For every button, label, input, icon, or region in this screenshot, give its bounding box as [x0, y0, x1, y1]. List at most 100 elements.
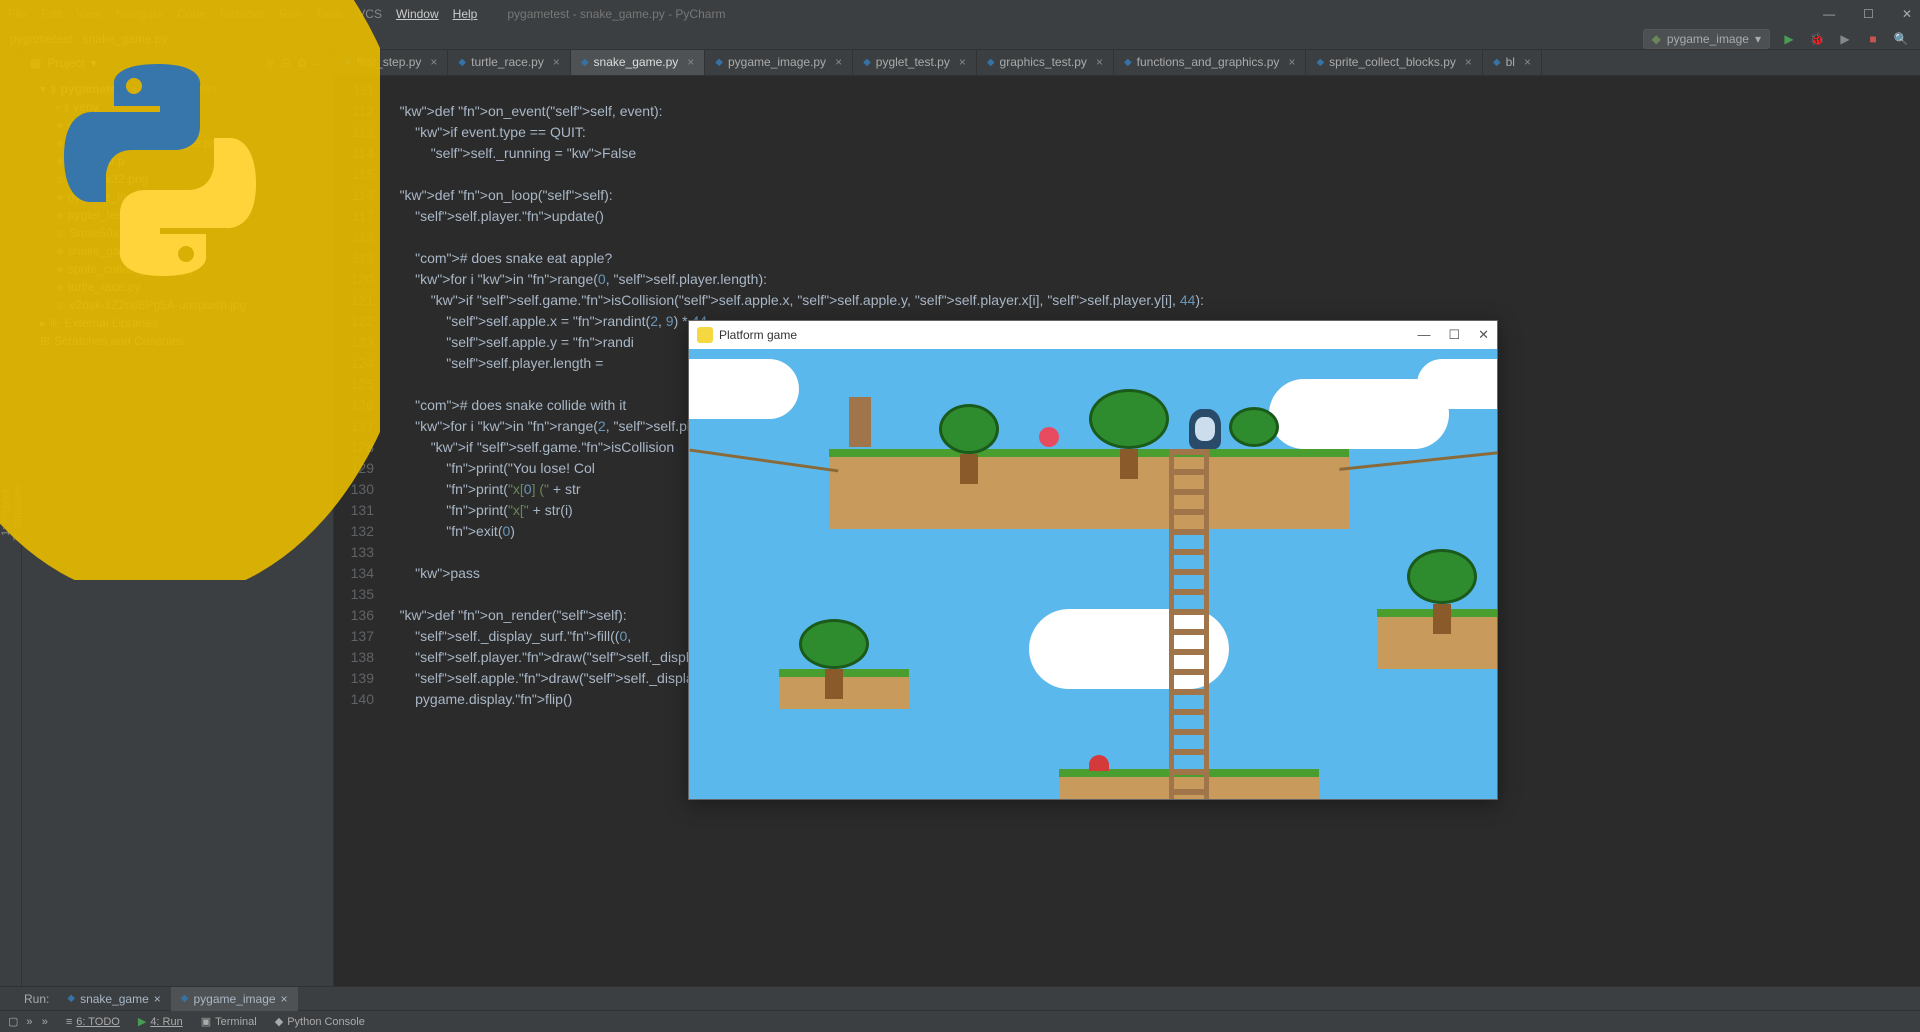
- breadcrumb-file[interactable]: snake_game.py: [83, 32, 168, 46]
- menu-refactor[interactable]: Refactor: [220, 7, 265, 21]
- close-icon[interactable]: ×: [1288, 55, 1295, 69]
- menu-tools[interactable]: Tools: [315, 7, 343, 21]
- tab-graphics_test-py[interactable]: ◆graphics_test.py×: [977, 50, 1114, 75]
- status-terminal[interactable]: ▣ Terminal: [201, 1015, 257, 1028]
- status-run[interactable]: ▶ 4: Run: [138, 1015, 183, 1028]
- tab-sprite_collect_blocks-py[interactable]: ◆sprite_collect_blocks.py×: [1306, 50, 1482, 75]
- file-label: venv: [73, 100, 98, 114]
- tree-item[interactable]: ▦ logo32x32.png: [22, 170, 246, 188]
- debug-button[interactable]: 🐞: [1808, 30, 1826, 48]
- tree-item[interactable]: ◆ pygame_image.py: [22, 188, 246, 206]
- close-icon[interactable]: ✕: [1478, 327, 1489, 343]
- editor-tabs: ◆first_step.py×◆turtle_race.py×◆snake_ga…: [334, 50, 1920, 76]
- file-label: interme platfor t_pygame.png: [68, 136, 224, 150]
- menu-file[interactable]: File: [8, 7, 27, 21]
- menu-vcs[interactable]: VCS: [357, 7, 382, 21]
- minimize-icon[interactable]: —: [1823, 7, 1835, 21]
- game-canvas: [689, 349, 1497, 799]
- tree-scratches[interactable]: ⊞ Scratches and Consoles: [22, 332, 246, 350]
- close-icon[interactable]: ×: [959, 55, 966, 69]
- run-button[interactable]: ▶: [1780, 30, 1798, 48]
- menu-run[interactable]: Run: [279, 7, 301, 21]
- maximize-icon[interactable]: ☐: [1863, 7, 1874, 21]
- breadcrumb[interactable]: pygametest snake_game.py: [10, 32, 167, 46]
- tab-functions_and_graphics-py[interactable]: ◆functions_and_graphics.py×: [1114, 50, 1306, 75]
- tab-pygame_image-py[interactable]: ◆pygame_image.py×: [705, 50, 853, 75]
- tree-item[interactable]: ◆ kivy_test.p: [22, 152, 246, 170]
- collapse-icon[interactable]: ⊟: [281, 56, 291, 70]
- tab-label: first_step.py: [357, 55, 422, 69]
- python-icon: ◆: [1124, 57, 1132, 68]
- tab-bl[interactable]: ◆bl×: [1483, 50, 1542, 75]
- close-icon[interactable]: ×: [1465, 55, 1472, 69]
- close-icon[interactable]: ✕: [1902, 7, 1912, 21]
- menu-window[interactable]: Window: [396, 7, 439, 21]
- sidebar-title[interactable]: Project: [47, 56, 84, 70]
- status-chevrons[interactable]: » »: [26, 1016, 47, 1028]
- file-label: snake_game.py: [68, 244, 153, 258]
- python-icon: ◆: [458, 57, 466, 68]
- gear-icon[interactable]: ✿: [297, 56, 307, 70]
- run-coverage-button[interactable]: ▶: [1836, 30, 1854, 48]
- tab-snake_game-py[interactable]: ◆snake_game.py×: [571, 50, 705, 75]
- tree-external-libs[interactable]: ▸⊪ External Libraries: [22, 314, 246, 332]
- close-icon[interactable]: ×: [281, 992, 288, 1006]
- settings-icon[interactable]: ⊕: [265, 56, 275, 70]
- left-gutter: 1: Project 7: Structure 2: Favorites: [0, 50, 22, 986]
- file-icon: ◆: [56, 138, 64, 149]
- tree-root[interactable]: ▾ ▮ pygametest ~/Projects/pygam: [22, 80, 246, 98]
- menu-navigate[interactable]: Navigate: [116, 7, 163, 21]
- tree-item[interactable]: ▦ Smile50x50.png: [22, 224, 246, 242]
- game-title-bar[interactable]: Platform game — ☐ ✕: [689, 321, 1497, 349]
- menu-view[interactable]: View: [76, 7, 102, 21]
- close-icon[interactable]: ×: [1524, 55, 1531, 69]
- tab-label: pygame_image.py: [728, 55, 826, 69]
- close-icon[interactable]: ×: [430, 55, 437, 69]
- tree-item[interactable]: ◆ pyglet_test.py: [22, 206, 246, 224]
- status-python-console[interactable]: ◆ Python Console: [275, 1015, 365, 1028]
- stop-button[interactable]: ■: [1864, 30, 1882, 48]
- tab-first_step-py[interactable]: ◆first_step.py×: [334, 50, 448, 75]
- status-todo[interactable]: ≡ 6: TODO: [66, 1016, 120, 1028]
- tree-item[interactable]: ▸ ▮ venv: [22, 98, 246, 116]
- tree-item[interactable]: ◆ snake_game.py: [22, 242, 246, 260]
- tree-item[interactable]: ◆ turtle_race.py: [22, 278, 246, 296]
- close-icon[interactable]: ×: [154, 992, 161, 1006]
- tab-turtle_race-py[interactable]: ◆turtle_race.py×: [448, 50, 570, 75]
- chevron-down-icon[interactable]: ▾: [91, 56, 97, 70]
- maximize-icon[interactable]: ☐: [1448, 327, 1460, 343]
- menu-edit[interactable]: Edit: [41, 7, 62, 21]
- window-controls: — ☐ ✕: [1823, 7, 1912, 21]
- hide-icon[interactable]: —: [313, 56, 325, 70]
- close-icon[interactable]: ×: [1096, 55, 1103, 69]
- breadcrumb-project[interactable]: pygametest: [10, 32, 83, 46]
- minimize-icon[interactable]: —: [1417, 327, 1430, 343]
- close-icon[interactable]: ×: [687, 55, 694, 69]
- run-tab-snake_game[interactable]: ◆snake_game×: [57, 987, 170, 1011]
- gutter-project[interactable]: 1: Project: [0, 60, 12, 966]
- file-label: pyglet_test.py: [68, 208, 142, 222]
- close-icon[interactable]: ×: [835, 55, 842, 69]
- chevron-down-icon: ▾: [1755, 32, 1761, 46]
- game-window-title: Platform game: [719, 328, 797, 342]
- file-label: kivy_test.p: [68, 154, 125, 168]
- project-tree[interactable]: ▾ ▮ pygametest ~/Projects/pygam ▸ ▮ venv…: [22, 76, 246, 354]
- file-icon: ◆: [56, 246, 64, 257]
- tree-item[interactable]: ▦ v2osk-1Z2niiBPg5A-unsplash.jpg: [22, 296, 246, 314]
- status-square-icon[interactable]: ▢: [8, 1015, 18, 1028]
- run-tab-pygame_image[interactable]: ◆pygame_image×: [171, 987, 298, 1011]
- menu-code[interactable]: Code: [177, 7, 206, 21]
- tree-item[interactable]: ◆ sprite_collect_blocks.py: [22, 260, 246, 278]
- file-label: sprite_collect_blocks.py: [68, 262, 195, 276]
- tab-pyglet_test-py[interactable]: ◆pyglet_test.py×: [853, 50, 977, 75]
- tree-item[interactable]: ◆ graphi: [22, 116, 246, 134]
- menu-help[interactable]: Help: [453, 7, 478, 21]
- line-numbers: 1111121131141151161171181191201211221231…: [334, 76, 384, 986]
- search-icon[interactable]: 🔍: [1892, 30, 1910, 48]
- close-icon[interactable]: ×: [553, 55, 560, 69]
- tree-item[interactable]: ◆ interme platfor t_pygame.png: [22, 134, 246, 152]
- game-window[interactable]: Platform game — ☐ ✕: [688, 320, 1498, 800]
- game-icon: [697, 327, 713, 343]
- chevron-down-icon: ▾: [40, 82, 46, 96]
- run-config-selector[interactable]: ◆ pygame_image ▾: [1643, 29, 1770, 49]
